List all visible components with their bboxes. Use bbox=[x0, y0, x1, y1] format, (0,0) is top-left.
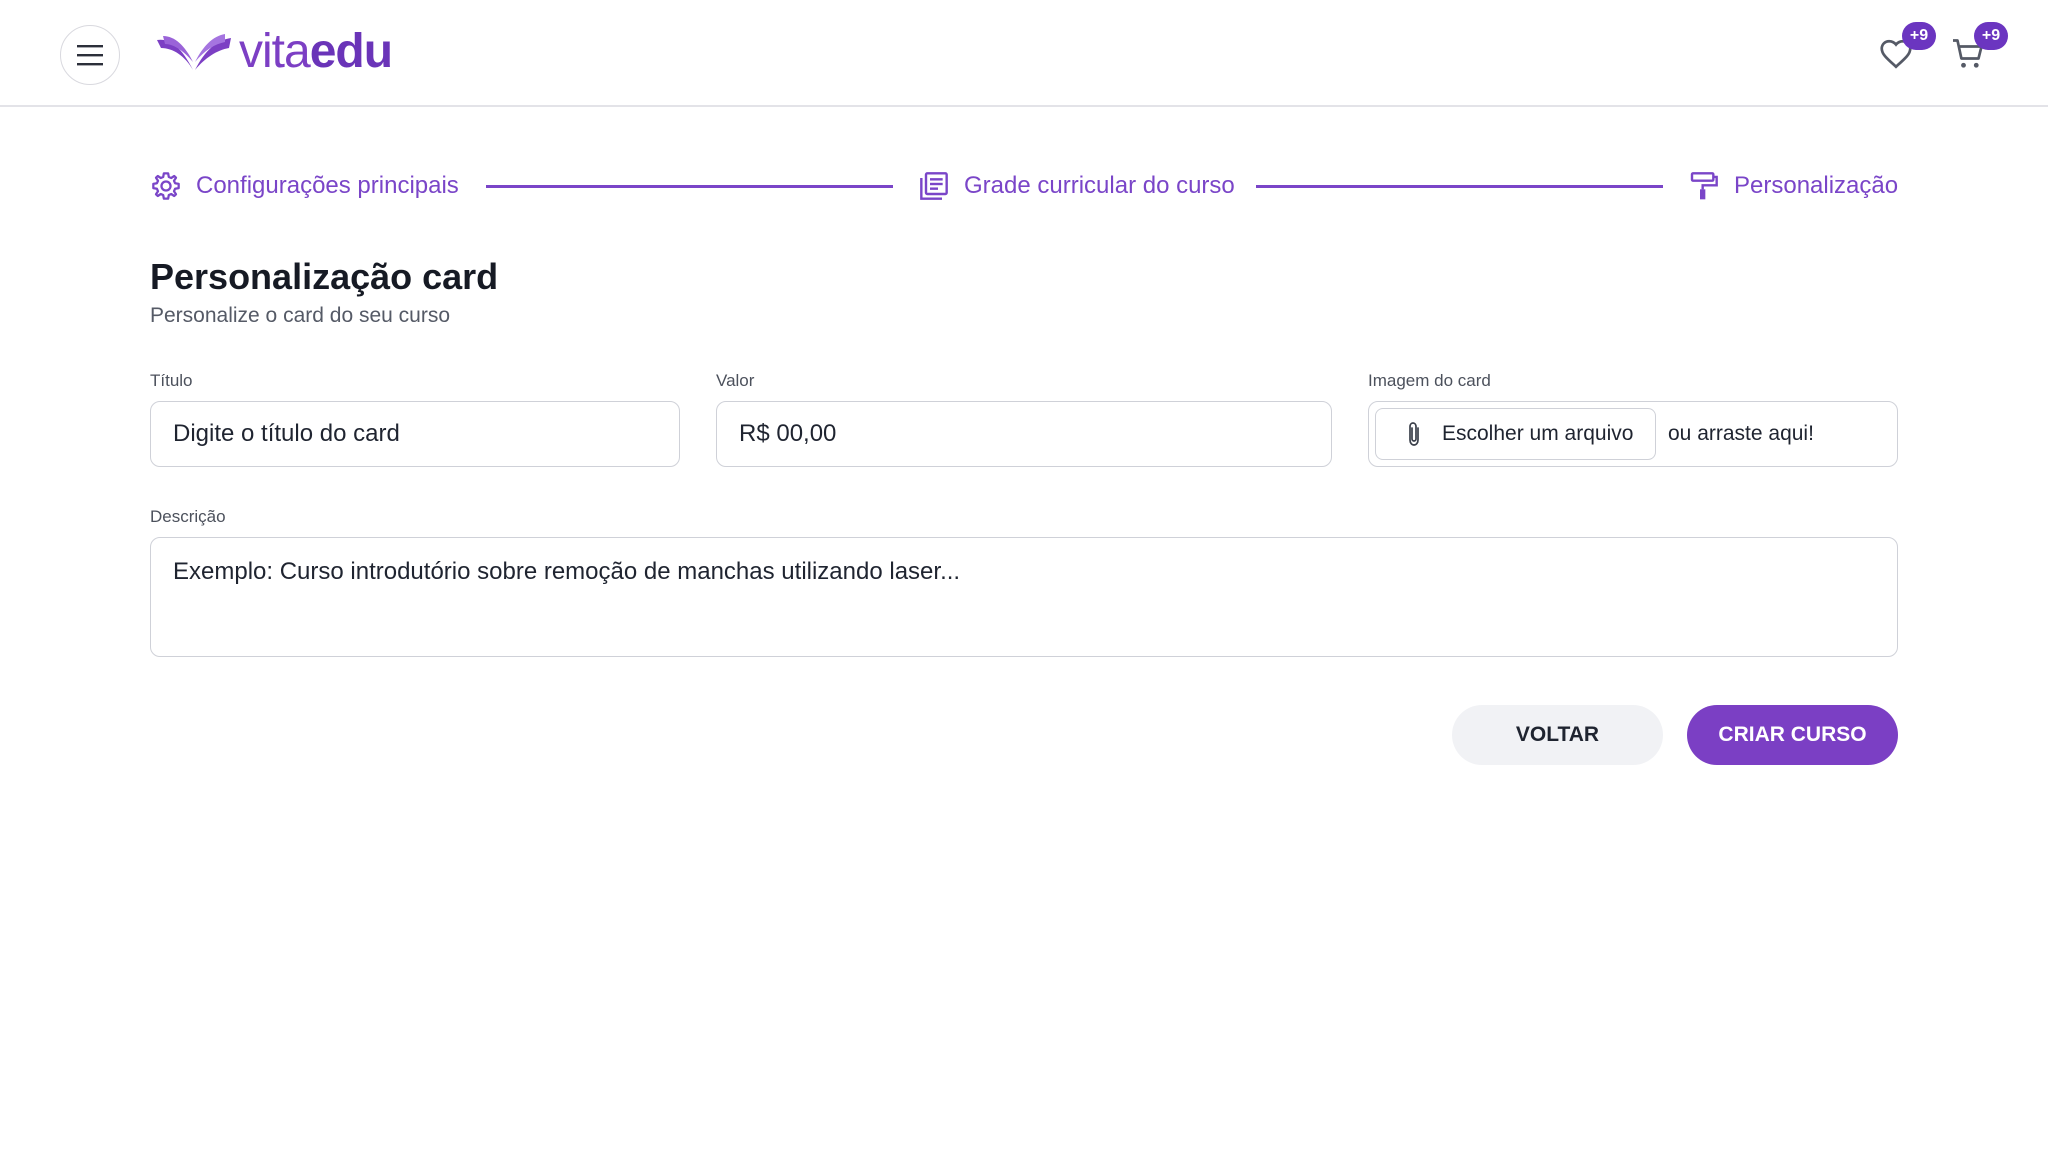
choose-file-button[interactable]: Escolher um arquivo bbox=[1375, 408, 1656, 460]
value-input[interactable] bbox=[716, 401, 1332, 467]
image-label: Imagem do card bbox=[1368, 371, 1491, 390]
drag-hint: ou arraste aqui! bbox=[1668, 422, 1814, 445]
document-list-icon bbox=[920, 172, 948, 200]
title-input[interactable] bbox=[150, 401, 680, 467]
step-connector bbox=[486, 185, 893, 188]
top-navbar: vitaedu +9 +9 bbox=[0, 0, 2048, 107]
page-subtitle: Personalize o card do seu curso bbox=[150, 304, 450, 327]
favorites-button[interactable]: +9 bbox=[1878, 22, 1936, 76]
paint-roller-icon bbox=[1690, 172, 1718, 200]
value-label: Valor bbox=[716, 371, 755, 390]
step-main-settings[interactable]: Configurações principais bbox=[150, 166, 459, 206]
logo-vita: vita bbox=[239, 25, 311, 78]
menu-button[interactable] bbox=[60, 25, 120, 85]
course-creation-stepper: Configurações principais Grade curricula… bbox=[150, 166, 1898, 206]
page-title: Personalização card bbox=[150, 256, 499, 297]
step-personalization[interactable]: Personalização bbox=[1688, 166, 1898, 206]
step-label: Configurações principais bbox=[196, 172, 459, 199]
description-label: Descrição bbox=[150, 507, 226, 526]
hamburger-menu-icon bbox=[77, 45, 103, 66]
cart-count-badge: +9 bbox=[1974, 22, 2008, 50]
choose-file-label: Escolher um arquivo bbox=[1442, 422, 1634, 445]
step-curriculum[interactable]: Grade curricular do curso bbox=[918, 166, 1235, 206]
image-dropzone[interactable]: Escolher um arquivo ou arraste aqui! bbox=[1368, 401, 1898, 467]
favorites-count-badge: +9 bbox=[1902, 22, 1936, 50]
open-book-logo-icon bbox=[157, 34, 231, 70]
logo-wordmark: vitaedu bbox=[239, 25, 393, 78]
step-connector bbox=[1256, 185, 1663, 188]
logo-edu: edu bbox=[309, 25, 393, 78]
description-textarea[interactable] bbox=[150, 537, 1898, 657]
create-course-button[interactable]: CRIAR CURSO bbox=[1687, 705, 1898, 765]
step-label: Personalização bbox=[1734, 172, 1899, 199]
gear-icon bbox=[152, 172, 180, 200]
paperclip-icon bbox=[1409, 422, 1419, 446]
cart-button[interactable]: +9 bbox=[1950, 22, 2008, 76]
step-label: Grade curricular do curso bbox=[964, 172, 1235, 199]
back-button[interactable]: VOLTAR bbox=[1452, 705, 1663, 765]
title-label: Título bbox=[150, 371, 193, 390]
vitaedu-logo[interactable]: vitaedu bbox=[155, 25, 393, 78]
